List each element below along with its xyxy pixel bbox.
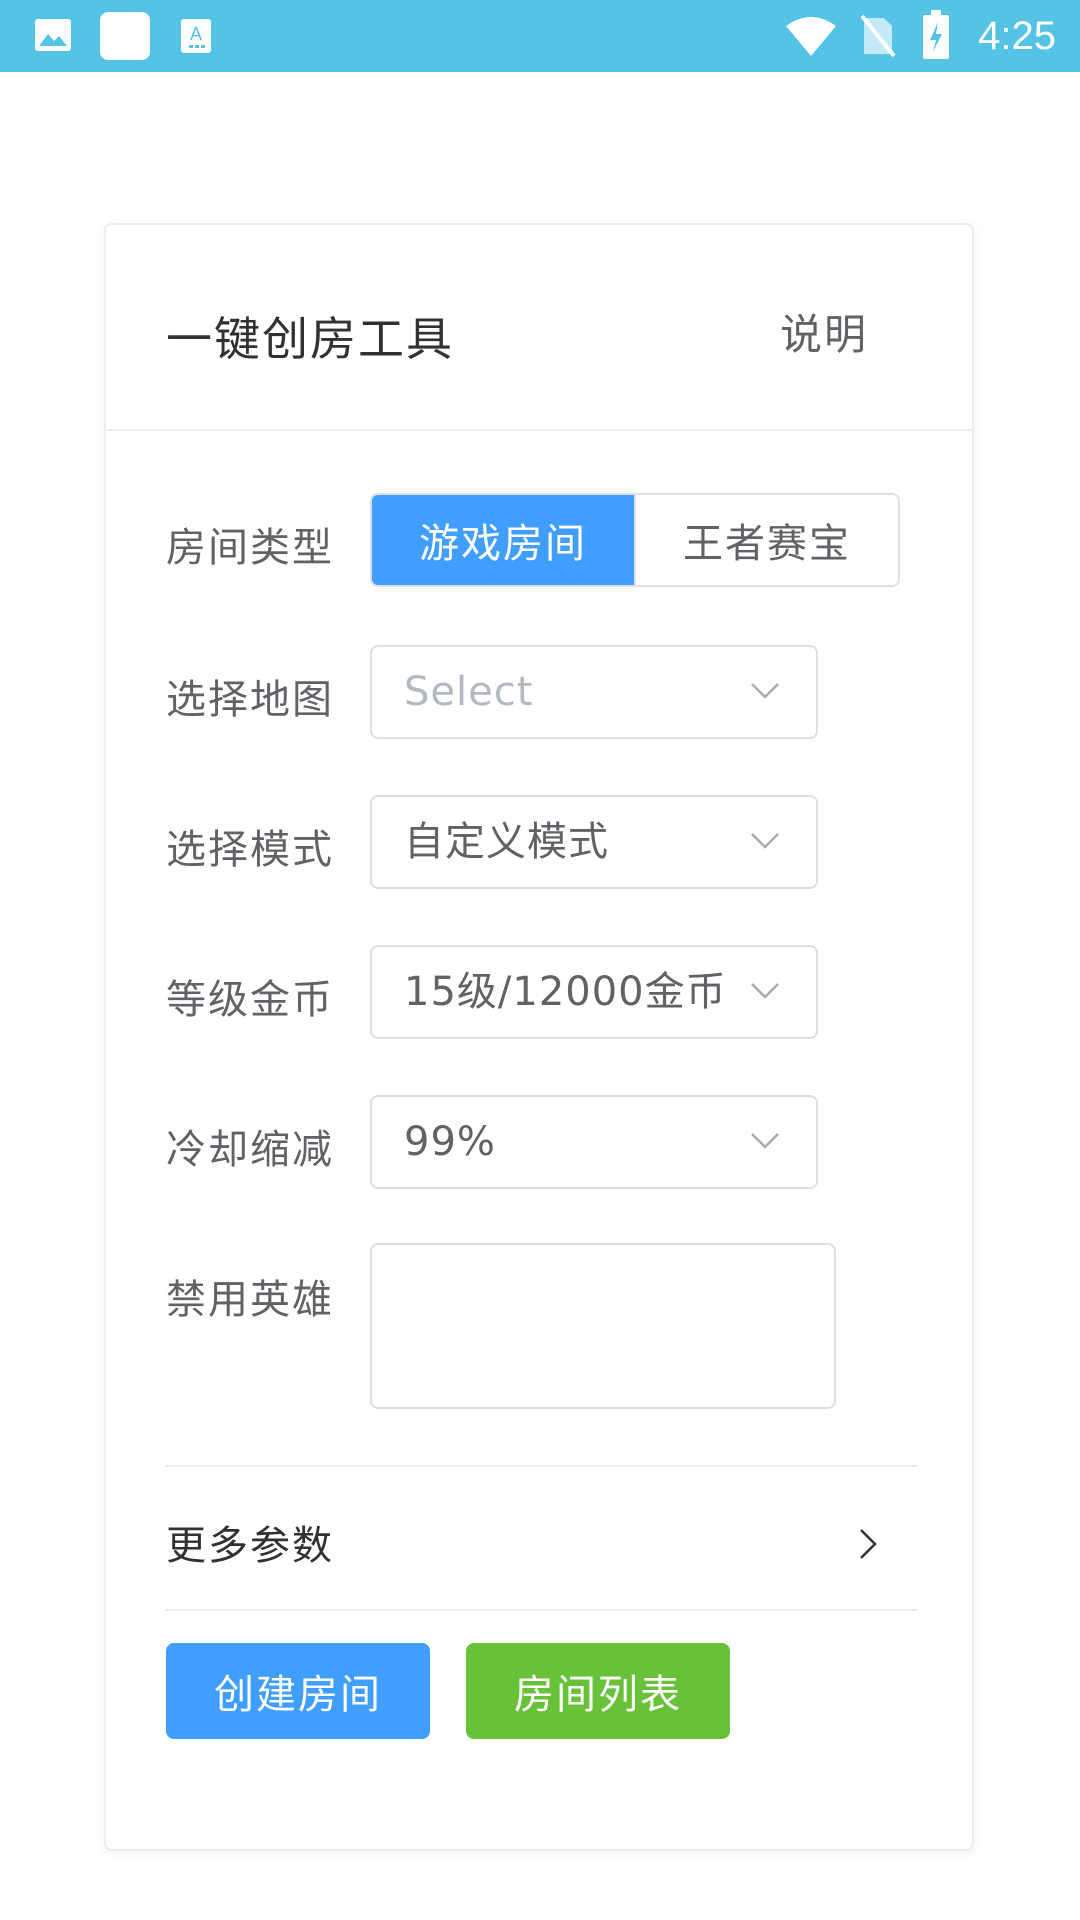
a-keyboard-icon: A <box>181 19 211 53</box>
chevron-down-icon <box>751 683 779 699</box>
clock: 4:25 <box>978 14 1056 58</box>
mode-label: 选择模式 <box>166 827 334 873</box>
map-select[interactable]: Select <box>370 645 818 739</box>
level-gold-select-value: 15级/12000金币 <box>404 969 727 1015</box>
create-room-button[interactable]: 创建房间 <box>166 1643 430 1739</box>
explain-link[interactable]: 说明 <box>780 301 868 362</box>
more-params-label[interactable]: 更多参数 <box>166 1513 334 1571</box>
room-list-button[interactable]: 房间列表 <box>466 1643 730 1739</box>
divider <box>166 1609 918 1611</box>
ban-heroes-input[interactable] <box>370 1243 836 1409</box>
level-gold-select[interactable]: 15级/12000金币 <box>370 945 818 1039</box>
wifi-icon <box>786 17 836 56</box>
card-header: 一键创房工具 说明 <box>106 225 972 431</box>
mode-select[interactable]: 自定义模式 <box>370 795 818 889</box>
cooldown-select[interactable]: 99% <box>370 1095 818 1189</box>
image-icon <box>35 19 71 51</box>
map-select-placeholder: Select <box>404 669 534 715</box>
room-type-label: 房间类型 <box>166 525 334 571</box>
cooldown-label: 冷却缩减 <box>166 1127 334 1173</box>
battery-charging-icon <box>923 10 949 59</box>
divider <box>166 1465 918 1467</box>
room-type-option-game[interactable]: 游戏房间 <box>372 495 634 585</box>
chevron-right-icon[interactable] <box>858 1527 878 1561</box>
map-label: 选择地图 <box>166 677 334 723</box>
white-square-icon <box>100 12 150 60</box>
chevron-down-icon <box>751 1133 779 1149</box>
no-sim-icon <box>860 14 896 58</box>
chevron-down-icon <box>751 833 779 849</box>
page-title: 一键创房工具 <box>166 312 454 366</box>
create-room-card: 一键创房工具 说明 房间类型 游戏房间 王者赛宝 选择地图 Select 选择模… <box>104 223 974 1851</box>
level-gold-label: 等级金币 <box>166 977 334 1023</box>
chevron-down-icon <box>751 983 779 999</box>
mode-select-value: 自定义模式 <box>404 819 609 865</box>
cooldown-select-value: 99% <box>404 1119 496 1165</box>
ban-heroes-label: 禁用英雄 <box>166 1277 334 1323</box>
room-type-option-tournament[interactable]: 王者赛宝 <box>634 495 898 585</box>
status-bar: A 4:25 <box>0 0 1080 72</box>
svg-text:A: A <box>190 24 202 44</box>
room-type-toggle: 游戏房间 王者赛宝 <box>370 493 900 587</box>
